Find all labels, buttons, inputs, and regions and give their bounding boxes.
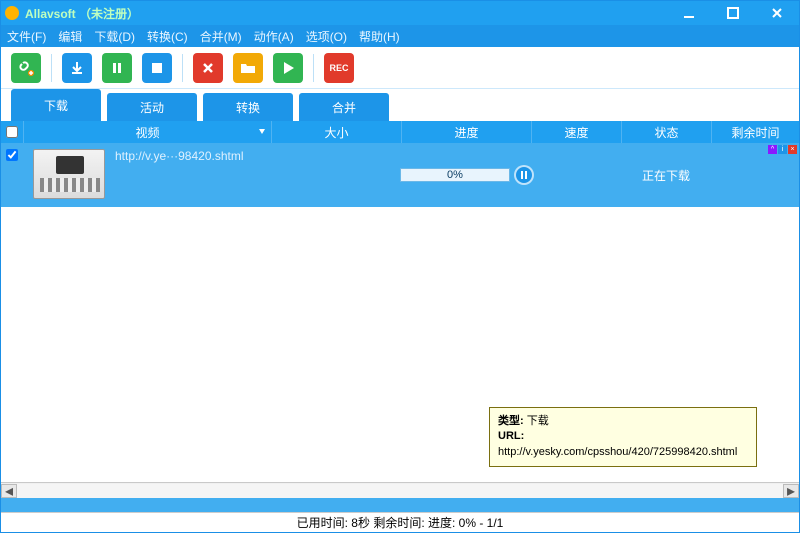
status-footer: 已用时间: 8秒 剩余时间: 进度: 0% - 1/1 — [1, 512, 799, 532]
header-checkbox[interactable] — [1, 121, 23, 143]
record-label: REC — [329, 63, 348, 73]
play-button[interactable] — [273, 53, 303, 83]
toolbar-separator-3 — [313, 54, 314, 82]
app-window: Allavsoft （未注册） 文件(F) 编辑 下载(D) 转换(C) 合并(… — [0, 0, 800, 533]
toolbar: REC — [1, 47, 799, 89]
scroll-track[interactable] — [17, 484, 783, 498]
row-status-text: 正在下载 — [642, 167, 690, 184]
menu-action[interactable]: 动作(A) — [254, 28, 294, 45]
paste-url-button[interactable] — [11, 53, 41, 83]
row-status-cell: 正在下载 — [621, 143, 711, 207]
pause-button[interactable] — [102, 53, 132, 83]
titlebar: Allavsoft （未注册） — [1, 1, 799, 25]
row-action-icons: ^ i × — [768, 145, 797, 154]
list-area: 类型: 下载 URL: http://v.yesky.com/cpsshou/4… — [1, 207, 799, 482]
footer-text: 已用时间: 8秒 剩余时间: 进度: 0% - 1/1 — [297, 514, 504, 531]
blue-strip — [1, 498, 799, 512]
download-row[interactable]: http://v.ye···98420.shtml 0% 正在下载 ^ i × — [1, 143, 799, 207]
maximize-button[interactable] — [711, 1, 755, 25]
col-progress[interactable]: 进度 — [401, 121, 531, 143]
tab-download[interactable]: 下载 — [11, 89, 101, 121]
col-video[interactable]: 视频 — [23, 121, 271, 143]
row-checkbox-cell — [1, 143, 23, 207]
record-button[interactable]: REC — [324, 53, 354, 83]
col-size[interactable]: 大小 — [271, 121, 401, 143]
tooltip-type-value: 下载 — [527, 415, 549, 427]
menu-file[interactable]: 文件(F) — [7, 28, 46, 45]
pause-icon[interactable] — [516, 167, 532, 183]
tab-merge[interactable]: 合并 — [299, 93, 389, 121]
app-icon — [5, 6, 19, 20]
tabstrip: 下载 活动 转换 合并 — [1, 89, 799, 121]
tooltip: 类型: 下载 URL: http://v.yesky.com/cpsshou/4… — [489, 407, 757, 467]
menubar: 文件(F) 编辑 下载(D) 转换(C) 合并(M) 动作(A) 选项(O) 帮… — [1, 25, 799, 47]
horizontal-scrollbar[interactable]: ◂ ▸ — [1, 482, 799, 498]
tooltip-url-label: URL: — [498, 430, 524, 442]
video-thumbnail — [33, 149, 105, 199]
menu-download[interactable]: 下载(D) — [94, 28, 135, 45]
col-status[interactable]: 状态 — [621, 121, 711, 143]
row-progress-cell: 0% — [401, 143, 531, 207]
menu-convert[interactable]: 转换(C) — [147, 28, 188, 45]
scroll-right-icon[interactable]: ▸ — [783, 484, 799, 498]
open-folder-button[interactable] — [233, 53, 263, 83]
minimize-button[interactable] — [667, 1, 711, 25]
row-checkbox[interactable] — [6, 149, 18, 161]
menu-help[interactable]: 帮助(H) — [359, 28, 400, 45]
row-video-cell: http://v.ye···98420.shtml — [23, 143, 271, 207]
stop-button[interactable] — [142, 53, 172, 83]
toolbar-separator-2 — [182, 54, 183, 82]
window-title: Allavsoft （未注册） — [25, 5, 139, 22]
row-remain-cell: ^ i × — [711, 143, 799, 207]
col-speed[interactable]: 速度 — [531, 121, 621, 143]
progress-text: 0% — [401, 169, 509, 181]
tooltip-url-value: http://v.yesky.com/cpsshou/420/725998420… — [498, 445, 748, 460]
toolbar-separator — [51, 54, 52, 82]
delete-button[interactable] — [193, 53, 223, 83]
chevron-down-icon — [259, 129, 265, 134]
row-speed-cell — [531, 143, 621, 207]
close-button[interactable] — [755, 1, 799, 25]
row-icon-c[interactable]: × — [788, 145, 797, 154]
progress-bar: 0% — [400, 168, 510, 182]
menu-edit[interactable]: 编辑 — [58, 28, 82, 45]
row-url-short: http://v.ye···98420.shtml — [115, 149, 244, 163]
column-header: 视频 大小 进度 速度 状态 剩余时间 — [1, 121, 799, 143]
row-size-cell — [271, 143, 401, 207]
tooltip-type-label: 类型: — [498, 415, 524, 427]
download-button[interactable] — [62, 53, 92, 83]
tab-activity[interactable]: 活动 — [107, 93, 197, 121]
row-icon-b[interactable]: i — [778, 145, 787, 154]
row-icon-a[interactable]: ^ — [768, 145, 777, 154]
menu-option[interactable]: 选项(O) — [306, 28, 347, 45]
scroll-left-icon[interactable]: ◂ — [1, 484, 17, 498]
tab-convert[interactable]: 转换 — [203, 93, 293, 121]
col-remain[interactable]: 剩余时间 — [711, 121, 799, 143]
menu-merge[interactable]: 合并(M) — [200, 28, 242, 45]
